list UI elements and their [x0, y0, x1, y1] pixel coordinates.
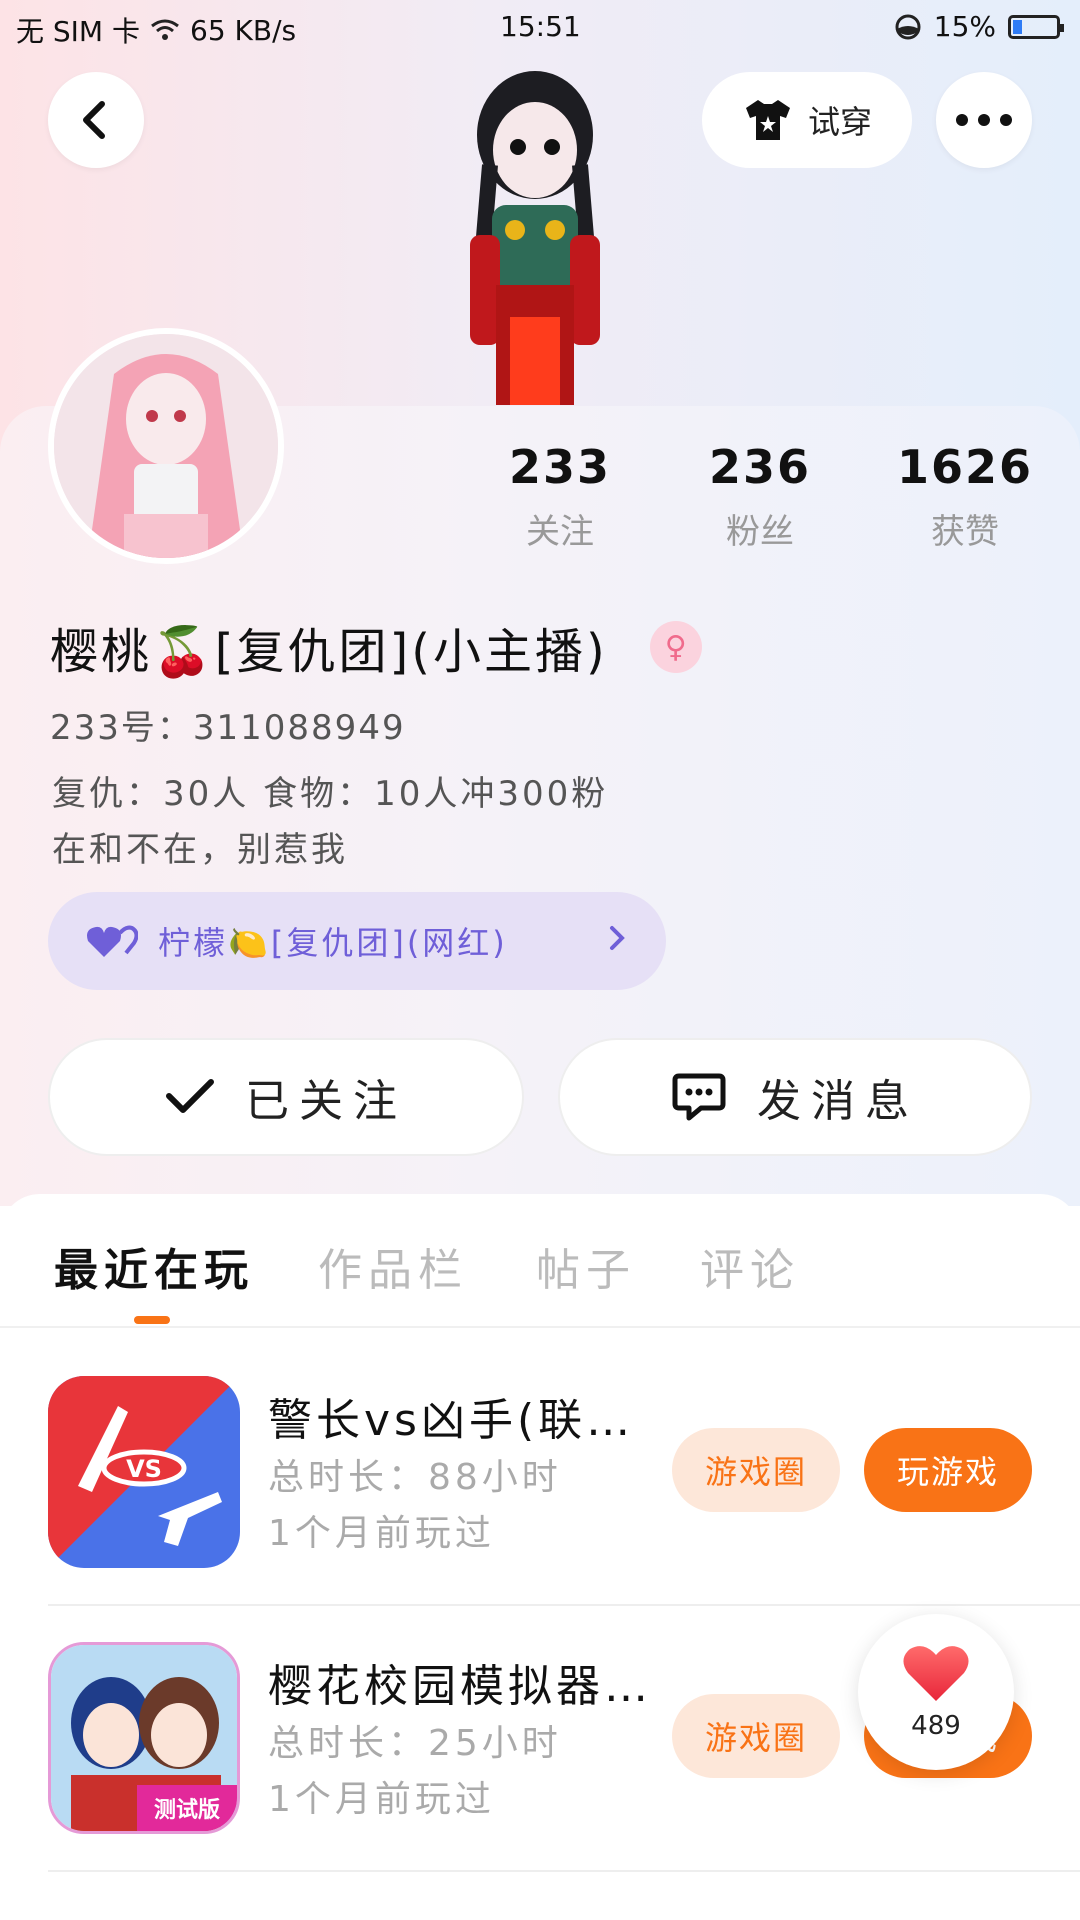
tab-indicator [134, 1316, 170, 1324]
status-left: 无 SIM 卡 65 KB/s [16, 10, 296, 50]
gender-female-icon: ♀ [649, 621, 702, 673]
game-title: 樱花校园模拟器… [268, 1661, 652, 1712]
clock: 15:51 [500, 10, 581, 43]
row-divider [48, 1604, 1080, 1606]
like-floating-button[interactable]: 489 [858, 1614, 1014, 1770]
checkmark-icon [166, 1079, 214, 1113]
like-count: 489 [911, 1711, 961, 1741]
bio: 复仇：30人 食物：10人冲300粉 在和不在，别惹我 [52, 766, 608, 878]
game-circle-button[interactable]: 游戏圈 [672, 1694, 840, 1778]
profile-stats: 233 关注 236 粉丝 1626 获赞 [480, 440, 1050, 570]
more-icon [956, 114, 1012, 126]
tabs-divider [0, 1326, 1080, 1328]
game-circle-button[interactable]: 游戏圈 [672, 1428, 840, 1512]
stat-following[interactable]: 233 关注 [480, 440, 640, 553]
try-on-button[interactable]: 试穿 [702, 72, 912, 168]
heart-icon [903, 1646, 969, 1701]
message-label: 发消息 [757, 1076, 919, 1127]
status-bar: 无 SIM 卡 65 KB/s 15:51 15% [0, 0, 1080, 56]
stat-likes[interactable]: 1626 获赞 [885, 440, 1045, 553]
stat-value: 233 [508, 440, 612, 494]
carrier-text: 无 SIM 卡 [16, 15, 140, 48]
battery-icon [1008, 14, 1064, 39]
wifi-icon [151, 19, 179, 40]
play-game-button[interactable]: 玩游戏 [864, 1428, 1032, 1512]
stat-value: 236 [708, 440, 812, 494]
follow-label: 已关注 [245, 1076, 407, 1127]
game-last-played: 1个月前玩过 [268, 1513, 495, 1554]
row-divider [48, 1870, 1080, 1872]
user-id: 233号：311088949 [50, 708, 406, 748]
tab-comments[interactable]: 评论 [700, 1234, 800, 1298]
back-button[interactable] [48, 72, 144, 168]
avatar[interactable] [48, 328, 284, 564]
game-icon-sakura[interactable]: 测试版 [48, 1642, 240, 1834]
content-panel: 最近在玩 作品栏 帖子 评论 VS 警长vs凶手(联… 总时长：88小时 1个月… [0, 1194, 1080, 1920]
follow-button[interactable]: 已关注 [48, 1038, 524, 1156]
avatar-3d-character [430, 55, 640, 405]
net-speed: 65 KB/s [190, 13, 297, 47]
test-version-badge: 测试版 [154, 1798, 220, 1823]
game-duration: 总时长：88小时 [268, 1457, 562, 1498]
chevron-right-icon [608, 922, 626, 960]
profile-name: 樱桃🍒[复仇团](小主播) [50, 624, 608, 680]
tab-posts[interactable]: 帖子 [536, 1234, 636, 1298]
tab-works[interactable]: 作品栏 [318, 1234, 468, 1298]
back-arrow-icon [83, 101, 105, 139]
game-duration: 总时长：25小时 [268, 1723, 562, 1764]
chat-icon [672, 1073, 726, 1121]
stat-label: 获赞 [931, 512, 999, 552]
list-item-game[interactable]: VS 警长vs凶手(联… 总时长：88小时 1个月前玩过 游戏圈 玩游戏 [0, 1376, 1080, 1642]
message-button[interactable]: 发消息 [558, 1038, 1032, 1156]
name-row: 樱桃🍒[复仇团](小主播) ♀ [50, 612, 702, 682]
data-saver-icon [895, 14, 921, 39]
stat-label: 关注 [526, 512, 594, 552]
game-title: 警长vs凶手(联… [268, 1395, 635, 1446]
bio-line: 在和不在，别惹我 [52, 830, 348, 870]
game-icon-sheriff[interactable]: VS [48, 1376, 240, 1568]
stat-value: 1626 [896, 440, 1034, 494]
bio-line: 复仇：30人 食物：10人冲300粉 [52, 774, 609, 814]
more-button[interactable] [936, 72, 1032, 168]
try-on-label: 试穿 [807, 103, 872, 141]
battery-percent: 15% [933, 10, 996, 43]
related-user-link[interactable]: 柠檬🍋[复仇团](网红) [48, 892, 666, 990]
heart-pair-icon [87, 925, 138, 957]
related-user-name: 柠檬🍋[复仇团](网红) [158, 924, 508, 962]
stat-fans[interactable]: 236 粉丝 [680, 440, 840, 553]
tab-recently-played[interactable]: 最近在玩 [54, 1234, 254, 1298]
shirt-icon [745, 100, 790, 140]
game-last-played: 1个月前玩过 [268, 1779, 495, 1820]
svg-text:VS: VS [126, 1455, 162, 1483]
stat-label: 粉丝 [726, 512, 794, 552]
status-right: 15% [894, 10, 1064, 43]
